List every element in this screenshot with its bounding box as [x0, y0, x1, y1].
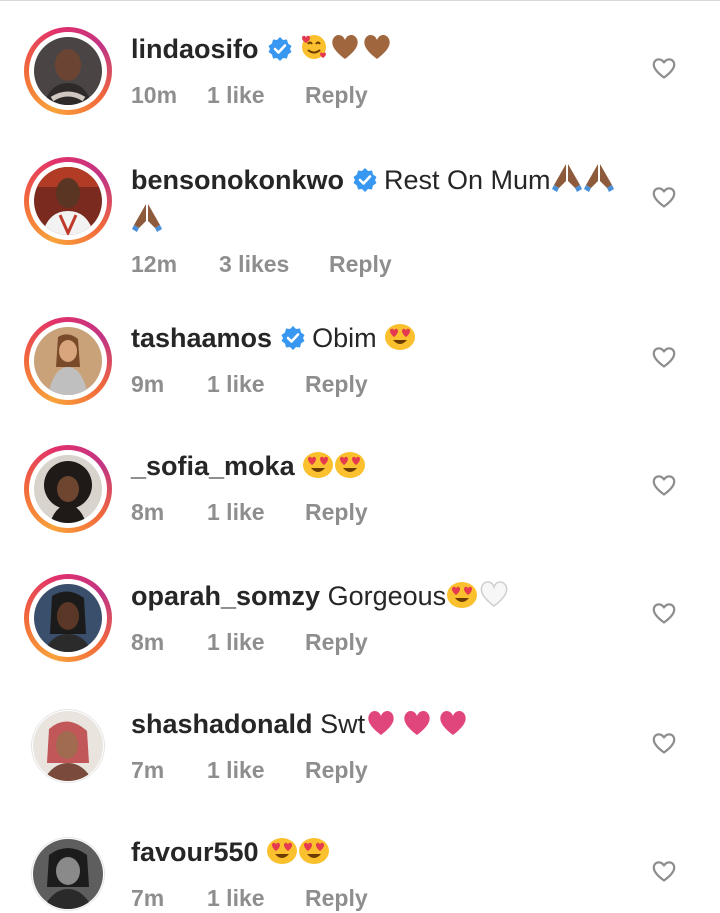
comment-text: Rest On Mum: [384, 165, 551, 195]
avatar-frame[interactable]: [31, 837, 105, 911]
username-link[interactable]: lindaosifo: [131, 34, 259, 64]
comment-time: 10m: [131, 82, 178, 108]
avatar: [34, 455, 102, 523]
reply-button[interactable]: Reply: [329, 251, 392, 278]
comment-meta: 8m 1 like Reply: [131, 499, 631, 526]
brown-heart-emoji-icon: [361, 32, 393, 70]
like-heart-icon[interactable]: [651, 184, 677, 210]
like-heart-icon[interactable]: [651, 55, 677, 81]
comment-line: _sofia_moka: [131, 449, 631, 487]
avatar: [34, 327, 102, 395]
reply-button[interactable]: Reply: [305, 82, 368, 109]
username-link[interactable]: favour550: [131, 837, 259, 867]
heart-eyes-emoji-icon: [302, 449, 334, 487]
comment-meta: 9m 1 like Reply: [131, 371, 631, 398]
avatar-frame[interactable]: [31, 709, 105, 783]
reply-button[interactable]: Reply: [305, 757, 368, 784]
likes-count[interactable]: 1 like: [207, 629, 305, 656]
folded-hands-emoji-icon: [583, 161, 615, 201]
reply-button[interactable]: Reply: [305, 371, 368, 398]
avatar: [34, 584, 102, 652]
avatar-story-ring[interactable]: [24, 317, 112, 405]
comment-text: Gorgeous: [327, 581, 447, 611]
comment-line: lindaosifo: [131, 32, 631, 70]
white-heart-emoji-icon: [478, 579, 510, 617]
pink-heart-emoji-icon: [437, 709, 469, 745]
verified-badge-icon: [281, 326, 305, 350]
reply-button[interactable]: Reply: [305, 885, 368, 912]
avatar: [33, 711, 103, 781]
comment-text: Obim: [312, 323, 377, 353]
smiling-hearts-emoji-icon: [299, 32, 329, 70]
likes-count[interactable]: 1 like: [207, 885, 305, 912]
likes-count[interactable]: 1 like: [207, 371, 305, 398]
comment-line: favour550: [131, 835, 631, 873]
avatar-story-ring[interactable]: [24, 445, 112, 533]
verified-badge-icon: [353, 168, 377, 192]
avatar: [34, 167, 102, 235]
likes-count[interactable]: 1 like: [207, 499, 305, 526]
heart-eyes-emoji-icon: [298, 835, 330, 873]
username-link[interactable]: oparah_somzy: [131, 581, 320, 611]
username-link[interactable]: shashadonald: [131, 709, 313, 739]
top-divider: [0, 0, 720, 1]
likes-count[interactable]: 1 like: [207, 82, 305, 109]
likes-count[interactable]: 3 likes: [219, 251, 329, 278]
comment-time: 9m: [131, 371, 165, 397]
heart-eyes-emoji-icon: [266, 835, 298, 873]
comment-time: 7m: [131, 757, 165, 783]
username-link[interactable]: _sofia_moka: [131, 451, 295, 481]
likes-count[interactable]: 1 like: [207, 757, 305, 784]
heart-eyes-emoji-icon: [334, 449, 366, 487]
comment-line: tashaamos Obim: [131, 321, 631, 359]
comment-time: 8m: [131, 629, 165, 655]
comment-meta: 12m 3 likes Reply: [131, 251, 631, 278]
avatar: [33, 839, 103, 909]
comment-meta: 10m 1 like Reply: [131, 82, 631, 109]
comment-time: 8m: [131, 499, 165, 525]
folded-hands-emoji-icon: [131, 201, 163, 241]
avatar-story-ring[interactable]: [24, 574, 112, 662]
comment-meta: 7m 1 like Reply: [131, 757, 631, 784]
comment-meta: 7m 1 like Reply: [131, 885, 631, 912]
like-heart-icon[interactable]: [651, 344, 677, 370]
like-heart-icon[interactable]: [651, 730, 677, 756]
heart-eyes-emoji-icon: [446, 579, 478, 617]
pink-heart-emoji-icon: [365, 709, 397, 745]
comment-text: Swt: [320, 709, 366, 739]
comment-time: 12m: [131, 251, 178, 277]
like-heart-icon[interactable]: [651, 472, 677, 498]
comment-time: 7m: [131, 885, 165, 911]
comment-line: bensonokonkwo Rest On Mum: [131, 161, 631, 241]
verified-badge-icon: [268, 37, 291, 61]
comment-line: shashadonald Swt: [131, 707, 631, 745]
avatar-story-ring[interactable]: [24, 157, 112, 245]
username-link[interactable]: bensonokonkwo: [131, 165, 344, 195]
heart-eyes-emoji-icon: [384, 321, 416, 359]
folded-hands-emoji-icon: [551, 161, 583, 201]
like-heart-icon[interactable]: [651, 600, 677, 626]
avatar-story-ring[interactable]: [24, 27, 112, 115]
like-heart-icon[interactable]: [651, 858, 677, 884]
reply-button[interactable]: Reply: [305, 499, 368, 526]
avatar: [34, 37, 102, 105]
username-link[interactable]: tashaamos: [131, 323, 272, 353]
reply-button[interactable]: Reply: [305, 629, 368, 656]
brown-heart-emoji-icon: [329, 32, 361, 70]
comment-line: oparah_somzy Gorgeous: [131, 579, 631, 617]
pink-heart-emoji-icon: [401, 709, 433, 745]
comment-meta: 8m 1 like Reply: [131, 629, 631, 656]
